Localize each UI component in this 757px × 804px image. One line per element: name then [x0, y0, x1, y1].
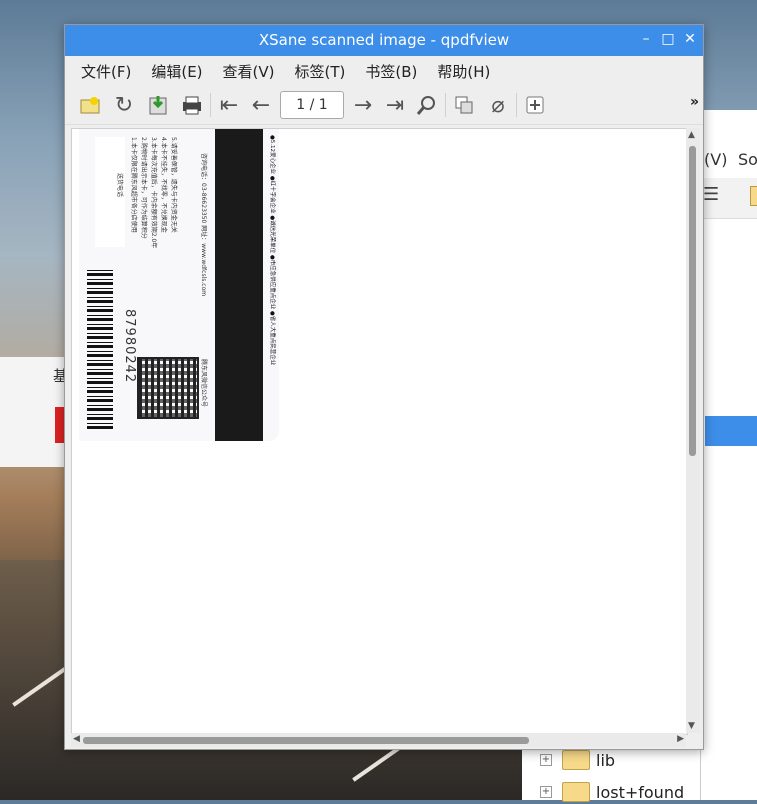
refresh-icon[interactable]: ↻	[111, 92, 137, 118]
first-page-icon[interactable]: ⇤	[216, 92, 242, 118]
open-icon[interactable]	[77, 92, 103, 118]
scroll-right-icon[interactable]: ▶	[677, 734, 684, 744]
last-page-icon[interactable]: ⇥	[382, 92, 408, 118]
card-text-line: 3.本卡每次充值后，卡内余额有效期2.0年	[150, 137, 157, 249]
scroll-left-icon[interactable]: ◀	[73, 734, 80, 744]
barcode	[87, 269, 113, 429]
file-row-lost-found[interactable]: + lost+found	[522, 780, 684, 804]
card-text-line: 腾东风微信公众号	[200, 359, 207, 408]
card-text-line: 5.请妥善保管，遗失与卡内资金无关	[170, 137, 177, 233]
scanned-card-image: 87980242 送货电话 1.本卡仅限在腾东风超市各分店使用 2.购物时请出示…	[79, 129, 279, 441]
card-text-line: 2.购物时请出示本卡，可作为结算积分	[140, 137, 147, 239]
minimize-button[interactable]: –	[637, 31, 655, 47]
file-name: lib	[596, 750, 616, 770]
title-bar[interactable]: XSane scanned image - qpdfview – □ ✕	[65, 25, 703, 56]
menu-help[interactable]: 帮助(H)	[437, 61, 490, 82]
background-menu-sort: So	[738, 150, 757, 169]
qpdfview-window: XSane scanned image - qpdfview – □ ✕ 文件(…	[64, 24, 704, 750]
background-window-left: 基	[0, 357, 70, 467]
card-text-line: 咨询电话：03-86623350 网址：www.wdfcsls.com	[200, 153, 207, 297]
background-window-right: (V) So ☰	[700, 110, 757, 800]
folder-icon	[750, 186, 757, 206]
page-number-input[interactable]: 1 / 1	[280, 91, 344, 119]
file-row-lib[interactable]: + lib	[522, 748, 615, 772]
print-icon[interactable]	[179, 92, 205, 118]
folder-icon	[562, 750, 590, 770]
next-page-icon[interactable]: →	[350, 92, 376, 118]
maximize-button[interactable]: □	[659, 31, 677, 47]
card-text-line: 送货电话	[116, 173, 123, 198]
menu-tabs[interactable]: 标签(T)	[295, 61, 346, 82]
toolbar-overflow-button[interactable]: »	[690, 94, 699, 110]
menu-edit[interactable]: 编辑(E)	[151, 61, 202, 82]
save-icon[interactable]	[145, 92, 171, 118]
card-footer-text: ●5.12爱心企业 ●红十字会企业 ●诚信光荣单位 ●市应急供应重点企业 ●省人…	[269, 135, 275, 366]
file-name: lost+found	[596, 782, 685, 802]
menu-bookmarks[interactable]: 书签(B)	[365, 61, 417, 82]
toolbar-separator	[445, 93, 446, 117]
previous-page-icon[interactable]: ←	[248, 92, 274, 118]
expand-icon[interactable]: +	[540, 754, 552, 766]
search-icon[interactable]	[414, 92, 440, 118]
document-viewport[interactable]: 87980242 送货电话 1.本卡仅限在腾东风超市各分店使用 2.购物时请出示…	[71, 128, 688, 735]
toolbar-separator	[210, 93, 211, 117]
horizontal-scrollbar[interactable]: ◀ ▶	[71, 733, 686, 747]
vertical-scroll-thumb[interactable]	[689, 146, 696, 456]
card-text-line: 4.本卡不挂失，不找零，不兑换现金	[160, 137, 167, 233]
attachment-icon[interactable]: ⌀	[485, 92, 511, 118]
add-tab-icon[interactable]	[522, 92, 548, 118]
window-title: XSane scanned image - qpdfview	[258, 31, 510, 49]
scroll-down-icon[interactable]: ▼	[688, 721, 695, 731]
menu-bar: 文件(F) 编辑(E) 查看(V) 标签(T) 书签(B) 帮助(H)	[65, 56, 703, 86]
list-view-icon: ☰	[703, 184, 720, 205]
card-text-line: 1.本卡仅限在腾东风超市各分店使用	[130, 137, 137, 233]
close-button[interactable]: ✕	[681, 31, 699, 47]
background-menu-view: (V)	[704, 150, 728, 169]
menu-view[interactable]: 查看(V)	[223, 61, 275, 82]
toolbar-separator	[516, 93, 517, 117]
background-selected-row	[705, 416, 757, 446]
magnetic-stripe	[215, 129, 263, 441]
card-number: 87980242	[122, 309, 137, 384]
scroll-up-icon[interactable]: ▲	[688, 130, 695, 140]
folder-icon	[562, 782, 590, 802]
toolbar: ↻ ⇤ ← 1 / 1 → ⇥ ⌀ »	[65, 86, 703, 125]
vertical-scrollbar[interactable]: ▲ ▼	[686, 128, 700, 733]
menu-file[interactable]: 文件(F)	[81, 61, 131, 82]
expand-icon[interactable]: +	[540, 786, 552, 798]
qr-code	[137, 357, 199, 419]
copy-icon[interactable]	[451, 92, 477, 118]
horizontal-scroll-thumb[interactable]	[83, 737, 529, 744]
